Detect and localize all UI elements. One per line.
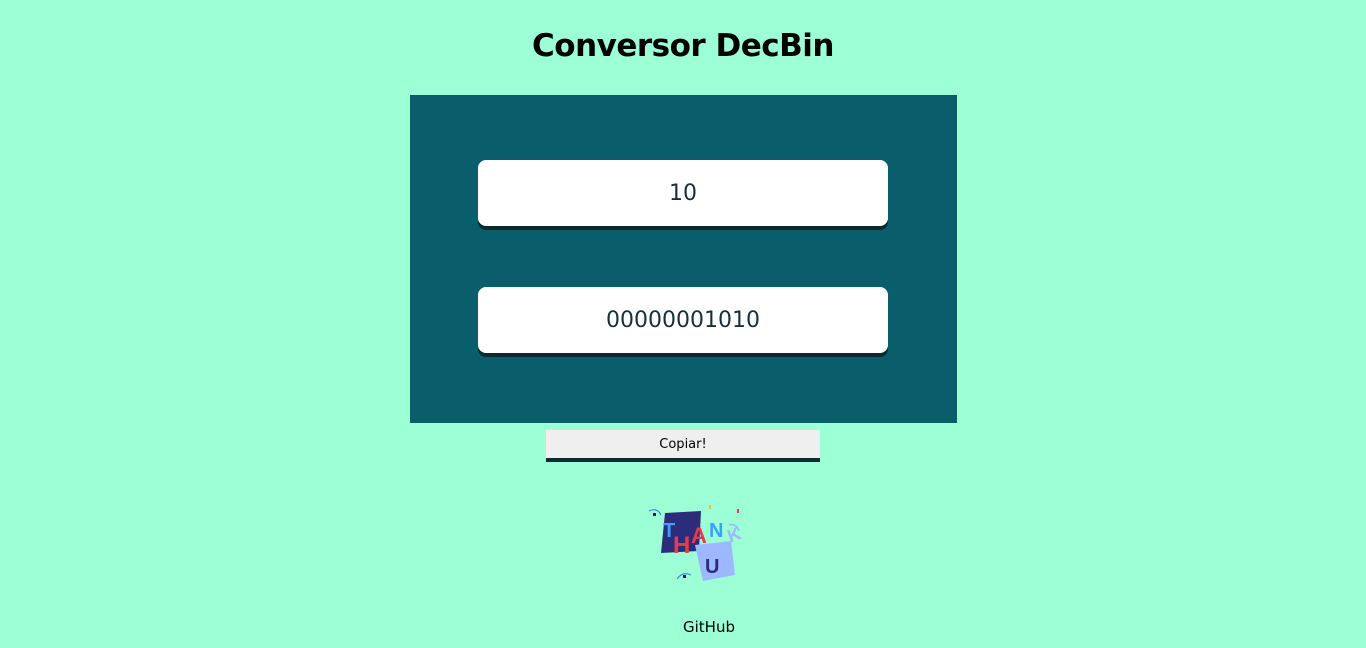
github-link[interactable]: GitHub <box>683 618 735 636</box>
converter-panel <box>410 95 957 423</box>
confetti-piece <box>683 575 686 578</box>
confetti-piece <box>709 505 711 509</box>
footer: GitHub <box>0 617 1366 636</box>
letter-u: U <box>705 556 719 578</box>
confetti-piece <box>737 509 739 513</box>
letter-a: A <box>691 523 707 548</box>
letter-h: H <box>673 532 690 559</box>
copy-button[interactable]: Copiar! <box>546 430 820 462</box>
decimal-input[interactable] <box>478 160 888 226</box>
letter-n: N <box>709 520 723 542</box>
thank-you-illustration: T H A N K U <box>648 505 744 581</box>
page-title: Conversor DecBin <box>532 28 834 64</box>
binary-output[interactable] <box>478 287 888 353</box>
confetti-piece <box>653 513 656 516</box>
